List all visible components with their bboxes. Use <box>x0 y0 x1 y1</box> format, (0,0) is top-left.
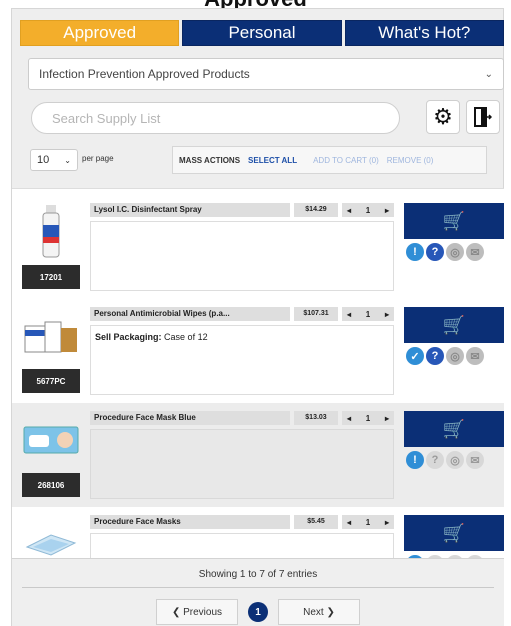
decrement-icon[interactable]: ◂ <box>347 310 351 319</box>
packaging-value: Case of 12 <box>164 332 208 342</box>
cart-plus-icon: 🛒 <box>442 314 466 335</box>
cart-plus-icon: 🛒 <box>442 522 466 543</box>
page-title: Approved <box>0 0 511 11</box>
product-image <box>22 201 80 263</box>
door-exit-icon <box>474 107 492 127</box>
tab-whats-hot[interactable]: What's Hot? <box>344 20 504 46</box>
packaging-label: Sell Packaging: <box>95 332 162 342</box>
product-price: $107.31 <box>294 307 338 321</box>
product-name[interactable]: Procedure Face Mask Blue <box>90 411 290 425</box>
decrement-icon[interactable]: ◂ <box>347 518 351 527</box>
increment-icon[interactable]: ▸ <box>385 518 389 527</box>
supply-list-select-value: Infection Prevention Approved Products <box>39 67 250 81</box>
footer-divider <box>22 587 494 588</box>
per-page-value: 10 <box>37 154 50 166</box>
quantity-value: 1 <box>365 309 371 319</box>
mail-icon: ✉ <box>466 451 484 469</box>
add-to-cart-button[interactable]: 🛒 <box>404 411 504 447</box>
mail-icon: ✉ <box>466 243 484 261</box>
increment-icon[interactable]: ▸ <box>385 414 389 423</box>
select-all-link[interactable]: SELECT ALL <box>248 156 297 165</box>
exit-button[interactable] <box>466 100 500 134</box>
product-price: $13.03 <box>294 411 338 425</box>
table-footer: Showing 1 to 7 of 7 entries ❮ Previous 1… <box>12 558 504 626</box>
chevron-down-icon: ⌄ <box>484 68 493 80</box>
status-icons: ! ? ◎ ✉ <box>406 451 484 469</box>
quantity-stepper[interactable]: ◂ 1 ▸ <box>342 411 394 425</box>
tab-personal[interactable]: Personal <box>182 20 342 46</box>
gear-icon: ⚙ <box>433 104 453 129</box>
product-description: Sell Packaging: Case of 12 <box>90 325 394 395</box>
add-to-cart-button[interactable]: 🛒 <box>404 307 504 343</box>
product-list: 17201 Lysol I.C. Disinfectant Spray $14.… <box>12 188 504 558</box>
tab-approved[interactable]: Approved <box>20 20 180 46</box>
disabled-icon: ◎ <box>446 451 464 469</box>
mail-icon: ✉ <box>466 347 484 365</box>
question-icon[interactable]: ? <box>426 347 444 365</box>
mass-actions-label: MASS ACTIONS <box>179 155 241 165</box>
product-row: 268106 Procedure Face Mask Blue $13.03 ◂… <box>12 403 504 507</box>
quantity-stepper[interactable]: ◂ 1 ▸ <box>342 307 394 321</box>
product-row: 17201 Lysol I.C. Disinfectant Spray $14.… <box>12 195 504 299</box>
disabled-icon: ◎ <box>446 243 464 261</box>
add-to-cart-button[interactable]: 🛒 <box>404 203 504 239</box>
supply-list-select[interactable]: Infection Prevention Approved Products ⌄ <box>28 58 504 90</box>
increment-icon[interactable]: ▸ <box>385 310 389 319</box>
cart-plus-icon: 🛒 <box>442 210 466 231</box>
per-page-select[interactable]: 10 ⌄ <box>30 149 78 171</box>
current-page-number[interactable]: 1 <box>248 602 268 622</box>
quantity-value: 1 <box>365 413 371 423</box>
product-description <box>90 429 394 499</box>
add-to-cart-link[interactable]: ADD TO CART (0) <box>313 156 379 165</box>
chevron-down-icon: ⌄ <box>64 155 71 165</box>
info-icon[interactable]: ! <box>406 451 424 469</box>
product-name[interactable]: Procedure Face Masks <box>90 515 290 529</box>
search-placeholder: Search Supply List <box>52 110 161 126</box>
entries-count: Showing 1 to 7 of 7 entries <box>198 569 318 580</box>
product-description <box>90 533 394 558</box>
status-icons: ✓ ? ◎ ✉ <box>406 347 484 365</box>
next-page-button[interactable]: Next ❯ <box>278 599 360 625</box>
search-input[interactable]: Search Supply List <box>31 102 400 134</box>
product-row: Procedure Face Masks $5.45 ◂ 1 ▸ 🛒 ! ? ◎… <box>12 507 504 558</box>
product-image <box>22 305 80 367</box>
increment-icon[interactable]: ▸ <box>385 206 389 215</box>
tab-bar: Approved Personal What's Hot? <box>20 20 504 46</box>
product-image <box>22 513 80 558</box>
product-name[interactable]: Personal Antimicrobial Wipes (p.a... <box>90 307 290 321</box>
product-sku: 5677PC <box>22 369 80 393</box>
mass-actions-bar: MASS ACTIONS SELECT ALL ADD TO CART (0) … <box>172 146 487 174</box>
cart-plus-icon: 🛒 <box>442 418 466 439</box>
per-page-label: per page <box>82 154 114 163</box>
quantity-value: 1 <box>365 517 371 527</box>
quantity-stepper[interactable]: ◂ 1 ▸ <box>342 515 394 529</box>
product-price: $14.29 <box>294 203 338 217</box>
settings-button[interactable]: ⚙ <box>426 100 460 134</box>
product-sku: 17201 <box>22 265 80 289</box>
quantity-value: 1 <box>365 205 371 215</box>
decrement-icon[interactable]: ◂ <box>347 414 351 423</box>
status-icons: ! ? ◎ ✉ <box>406 243 484 261</box>
question-icon: ? <box>426 451 444 469</box>
product-row: 5677PC Personal Antimicrobial Wipes (p.a… <box>12 299 504 403</box>
remove-link[interactable]: REMOVE (0) <box>387 156 434 165</box>
decrement-icon[interactable]: ◂ <box>347 206 351 215</box>
disabled-icon: ◎ <box>446 347 464 365</box>
info-icon[interactable]: ! <box>406 243 424 261</box>
product-sku: 268106 <box>22 473 80 497</box>
product-description <box>90 221 394 291</box>
check-icon[interactable]: ✓ <box>406 347 424 365</box>
product-image <box>22 409 80 471</box>
product-name[interactable]: Lysol I.C. Disinfectant Spray <box>90 203 290 217</box>
product-price: $5.45 <box>294 515 338 529</box>
quantity-stepper[interactable]: ◂ 1 ▸ <box>342 203 394 217</box>
previous-page-button[interactable]: ❮ Previous <box>156 599 238 625</box>
add-to-cart-button[interactable]: 🛒 <box>404 515 504 551</box>
question-icon[interactable]: ? <box>426 243 444 261</box>
pagination: ❮ Previous 1 Next ❯ <box>12 599 504 625</box>
